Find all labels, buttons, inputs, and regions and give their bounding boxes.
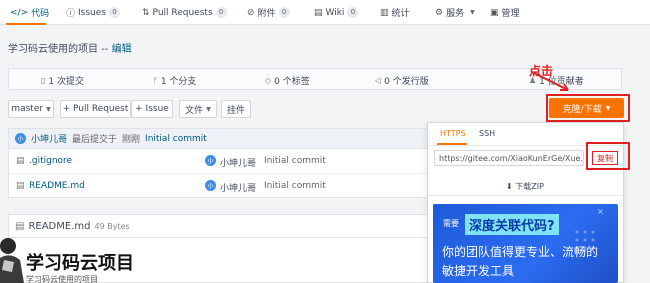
branch-select[interactable]: master ▼ — [8, 100, 54, 118]
active-tab-indicator — [6, 23, 46, 25]
file-menu-button[interactable]: 文件 ▼ — [179, 100, 217, 118]
tab-statistics[interactable]: ▥ 统计 — [380, 0, 410, 25]
readme-size: 49 Bytes — [94, 221, 130, 231]
promo-line3: 敏捷开发工具 — [442, 264, 515, 278]
person-photo — [0, 238, 24, 283]
file-name-link[interactable]: .gitignore — [29, 156, 72, 166]
tab-code-label: 代码 — [31, 9, 50, 19]
tab-ssh[interactable]: SSH — [479, 129, 495, 138]
pull-requests-count-badge: 0 — [215, 7, 227, 18]
repo-description: 学习码云使用的项目 -- 编辑 — [8, 40, 132, 55]
services-icon: ⚙ — [435, 7, 444, 18]
file-row: ▤ .gitignore 小 小坤儿哥 Initial commit — [9, 149, 429, 173]
file-name-link[interactable]: README.md — [29, 181, 85, 191]
tab-attachments[interactable]: ⊘ 附件 0 — [247, 0, 290, 25]
tags-stat[interactable]: ◇ 0 个标签 — [265, 69, 310, 91]
statistics-icon: ▥ — [380, 7, 389, 18]
annotation-click-label: 点击 — [529, 64, 554, 78]
file-commit-message[interactable]: Initial commit — [264, 181, 326, 191]
file-icon: ▤ — [16, 156, 25, 166]
manage-icon: ▣ — [490, 7, 499, 18]
readme-file-icon: ▤ — [15, 220, 25, 232]
file-list: ▤ .gitignore 小 小坤儿哥 Initial commit ▤ REA… — [8, 148, 429, 198]
code-icon: </> — [10, 7, 29, 18]
new-issue-button[interactable]: + Issue — [131, 100, 173, 118]
branches-stat-label: 1 个分支 — [160, 76, 197, 87]
chevron-down-icon: ▼ — [46, 105, 51, 113]
clone-url-field[interactable]: https://gitee.com/XiaoKunErGe/Xue... — [434, 150, 584, 166]
wiki-count-badge: 0 — [347, 7, 359, 18]
new-pull-request-button[interactable]: + Pull Request — [60, 100, 131, 118]
branches-stat[interactable]: ᚠ 1 个分支 — [153, 69, 196, 91]
tab-manage-label: 管理 — [501, 9, 520, 19]
last-commit-bar: 小 小坤儿哥 最后提交于 刚刚 Initial commit — [8, 128, 428, 148]
tab-https[interactable]: HTTPS — [440, 129, 466, 138]
decorative-dots — [575, 230, 595, 250]
commit-prefix: 最后提交于 — [72, 135, 118, 145]
tab-issues-label: Issues — [78, 7, 106, 18]
tags-stat-label: 0 个标签 — [274, 76, 310, 87]
new-pull-request-label: + Pull Request — [62, 104, 129, 114]
tab-pull-requests-label: Pull Requests — [152, 7, 213, 18]
chevron-down-icon: ▼ — [470, 9, 475, 16]
tab-issues[interactable]: ⓘ Issues 0 — [66, 0, 120, 25]
promo-prefix: 需要 — [443, 219, 459, 228]
commit-author-link[interactable]: 小坤儿哥 — [31, 132, 67, 145]
chevron-down-icon: ▼ — [206, 105, 211, 113]
promo-highlight: 深度关联代码? — [465, 214, 559, 235]
wiki-icon: ▤ — [314, 7, 323, 18]
commits-stat[interactable]: ▯ 1 次提交 — [41, 69, 84, 91]
tab-wiki[interactable]: ▤ Wiki 0 — [314, 0, 359, 25]
commit-icon: ▯ — [41, 75, 46, 85]
avatar[interactable]: 小 — [205, 155, 216, 166]
download-zip-link[interactable]: ⬇ 下载ZIP — [506, 181, 544, 192]
repo-nav: </> 代码 ⓘ Issues 0 ⇅ Pull Requests 0 ⊘ 附件… — [0, 0, 650, 25]
avatar[interactable]: 小 — [205, 180, 216, 191]
attachments-count-badge: 0 — [278, 7, 290, 18]
releases-stat[interactable]: ◁ 0 个发行版 — [375, 69, 429, 91]
tag-icon: ◇ — [265, 75, 272, 85]
commits-stat-label: 1 次提交 — [48, 76, 84, 87]
file-author[interactable]: 小坤儿哥 — [220, 156, 256, 169]
avatar[interactable]: 小 — [15, 133, 26, 144]
branch-icon: ᚠ — [153, 75, 158, 85]
file-commit-message[interactable]: Initial commit — [264, 156, 326, 166]
new-issue-label: + Issue — [135, 104, 169, 114]
file-row: ▤ README.md 小 小坤儿哥 Initial commit — [9, 173, 429, 197]
widget-button[interactable]: 挂件 — [221, 100, 251, 118]
divider — [428, 195, 623, 196]
readme-subtitle: 学习码云使用的项目 — [26, 275, 98, 283]
pull-request-icon: ⇅ — [142, 7, 150, 18]
branch-select-label: master — [11, 104, 44, 114]
commit-time: 刚刚 — [122, 135, 141, 145]
file-author[interactable]: 小坤儿哥 — [220, 181, 256, 194]
release-icon: ◁ — [375, 75, 382, 85]
readme-header: ▤ README.md 49 Bytes — [8, 214, 428, 238]
releases-stat-label: 0 个发行版 — [384, 76, 429, 87]
promo-banner[interactable]: 需要 深度关联代码? 你的团队值得更专业、流畅的 敏捷开发工具 × — [433, 204, 618, 283]
tab-pull-requests[interactable]: ⇅ Pull Requests 0 — [142, 0, 227, 25]
attachment-icon: ⊘ — [247, 7, 255, 18]
widget-button-label: 挂件 — [226, 105, 245, 116]
tab-services[interactable]: ⚙ 服务 ▼ — [435, 0, 475, 25]
edit-description-link[interactable]: 编辑 — [112, 44, 132, 55]
tab-attachments-label: 附件 — [257, 9, 276, 19]
close-icon[interactable]: × — [597, 207, 604, 216]
tab-code[interactable]: </> 代码 — [10, 0, 49, 25]
file-menu-label: 文件 — [185, 105, 204, 116]
readme-title: 学习码云项目 — [26, 253, 134, 274]
highlight-box-copy — [586, 142, 630, 170]
commit-message-link[interactable]: Initial commit — [145, 134, 207, 144]
repo-description-text: 学习码云使用的项目 -- — [8, 44, 109, 55]
tab-wiki-label: Wiki — [325, 7, 345, 18]
download-zip-label: 下载ZIP — [515, 182, 544, 191]
download-icon: ⬇ — [506, 182, 513, 191]
tab-manage[interactable]: ▣ 管理 — [490, 0, 520, 25]
issues-count-badge: 0 — [108, 7, 120, 18]
readme-filename: README.md — [28, 220, 91, 232]
tab-statistics-label: 统计 — [391, 9, 410, 19]
issue-icon: ⓘ — [66, 9, 76, 19]
tab-services-label: 服务 — [446, 9, 465, 19]
file-icon: ▤ — [16, 181, 25, 191]
